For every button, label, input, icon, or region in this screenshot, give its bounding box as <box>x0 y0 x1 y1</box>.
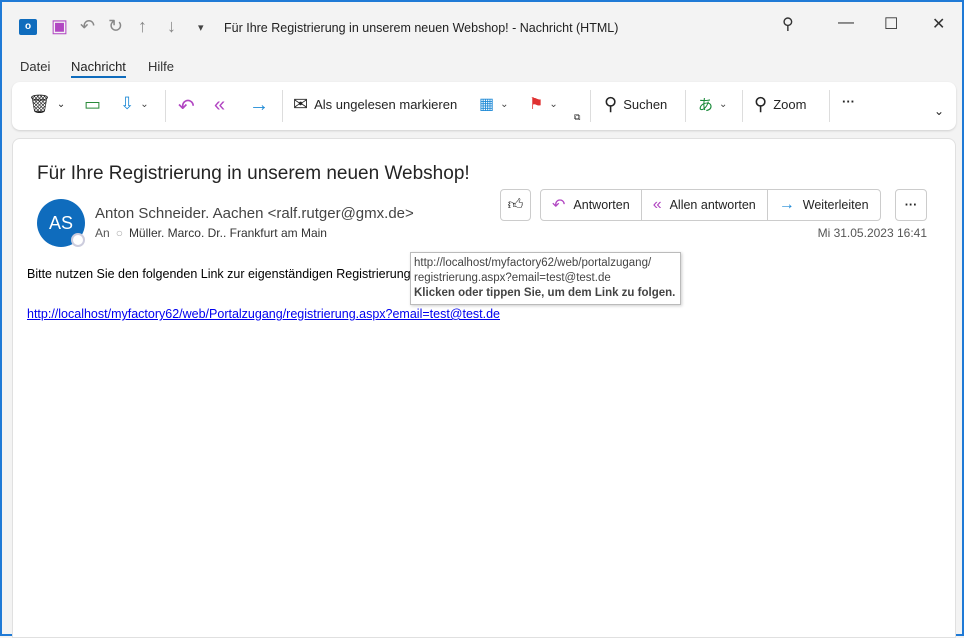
like-button[interactable]: 👍︎ <box>500 189 531 221</box>
message-date: Mi 31.05.2023 16:41 <box>817 226 927 240</box>
more-options-button[interactable]: ··· <box>842 94 855 109</box>
categorize-button[interactable]: ▦ ⌄ <box>479 94 509 114</box>
reply-icon: ↶ <box>552 197 566 214</box>
close-button[interactable]: ✕ <box>932 14 945 34</box>
customize-qat-icon[interactable]: ▾ <box>198 21 204 34</box>
registration-link[interactable]: http://localhost/myfactory62/web/Portalz… <box>27 307 500 321</box>
outlook-logo-icon: o <box>19 19 37 35</box>
archive-button[interactable]: ▭ <box>84 94 101 115</box>
forward-icon: → <box>778 196 795 213</box>
mark-unread-button[interactable]: ✉ Als ungelesen markieren <box>293 94 457 115</box>
more-actions-button[interactable]: ··· <box>895 189 927 221</box>
window-title: Für Ihre Registrierung in unserem neuen … <box>224 21 619 35</box>
redo-icon[interactable]: ↻ <box>108 16 123 37</box>
save-icon[interactable]: ▣ <box>51 16 68 37</box>
envelope-icon: ✉ <box>293 94 309 114</box>
body-text: Bitte nutzen Sie den folgenden Link zur … <box>27 267 411 281</box>
down-icon[interactable]: ↓ <box>167 16 176 37</box>
presence-icon: ○ <box>115 226 123 240</box>
link-tooltip: http://localhost/myfactory62/web/portalz… <box>410 252 681 305</box>
presence-icon <box>71 233 85 247</box>
reply-all-button[interactable]: «Allen antworten <box>642 190 768 220</box>
search-icon[interactable]: ⚲ <box>782 14 794 34</box>
flag-button[interactable]: ⚑ ⌄ <box>529 94 558 114</box>
zoom-icon: ⚲ <box>754 94 768 114</box>
expand-ribbon-icon[interactable]: ⌄ <box>934 104 944 118</box>
reply-all-icon[interactable]: « <box>214 94 225 117</box>
menu-nachricht[interactable]: Nachricht <box>71 59 126 78</box>
message-subject: Für Ihre Registrierung in unserem neuen … <box>37 163 470 184</box>
search-button[interactable]: ⚲ Suchen <box>604 94 667 115</box>
zoom-button[interactable]: ⚲ Zoom <box>754 94 806 115</box>
delete-button[interactable]: 🗑 ⌄ <box>28 94 65 115</box>
reply-icon[interactable]: ↶ <box>178 94 195 119</box>
menu-hilfe[interactable]: Hilfe <box>148 59 174 74</box>
reply-button[interactable]: ↶ Antworten <box>541 190 642 220</box>
dialog-launcher-icon[interactable]: ⧉ <box>574 112 580 123</box>
minimize-button[interactable]: — <box>838 14 854 32</box>
up-icon[interactable]: ↑ <box>138 16 147 37</box>
forward-button[interactable]: → Weiterleiten <box>768 190 880 220</box>
forward-icon[interactable]: → <box>249 94 269 117</box>
ribbon: 🗑 ⌄ ▭ ⇩ ⌄ ↶ « → ✉ Als ungelesen markieren ▦… <box>12 82 956 130</box>
recipient[interactable]: Müller. Marco. Dr.. Frankfurt am Main <box>129 226 327 240</box>
translate-button[interactable]: あ ⌄ <box>698 94 727 115</box>
menu-datei[interactable]: Datei <box>20 59 50 74</box>
recipients: An ○ Müller. Marco. Dr.. Frankfurt am Ma… <box>95 226 327 240</box>
reading-pane: Für Ihre Registrierung in unserem neuen … <box>12 138 956 638</box>
undo-icon[interactable]: ↶ <box>80 16 95 37</box>
move-button[interactable]: ⇩ ⌄ <box>120 94 149 114</box>
maximize-button[interactable]: ☐ <box>884 14 898 34</box>
reply-all-icon: « <box>652 196 662 213</box>
sender[interactable]: Anton Schneider. Aachen <ralf.rutger@gmx… <box>95 205 414 222</box>
search-icon: ⚲ <box>604 94 618 114</box>
reply-actions: ↶ Antworten «Allen antworten → Weiterleite… <box>540 189 881 221</box>
